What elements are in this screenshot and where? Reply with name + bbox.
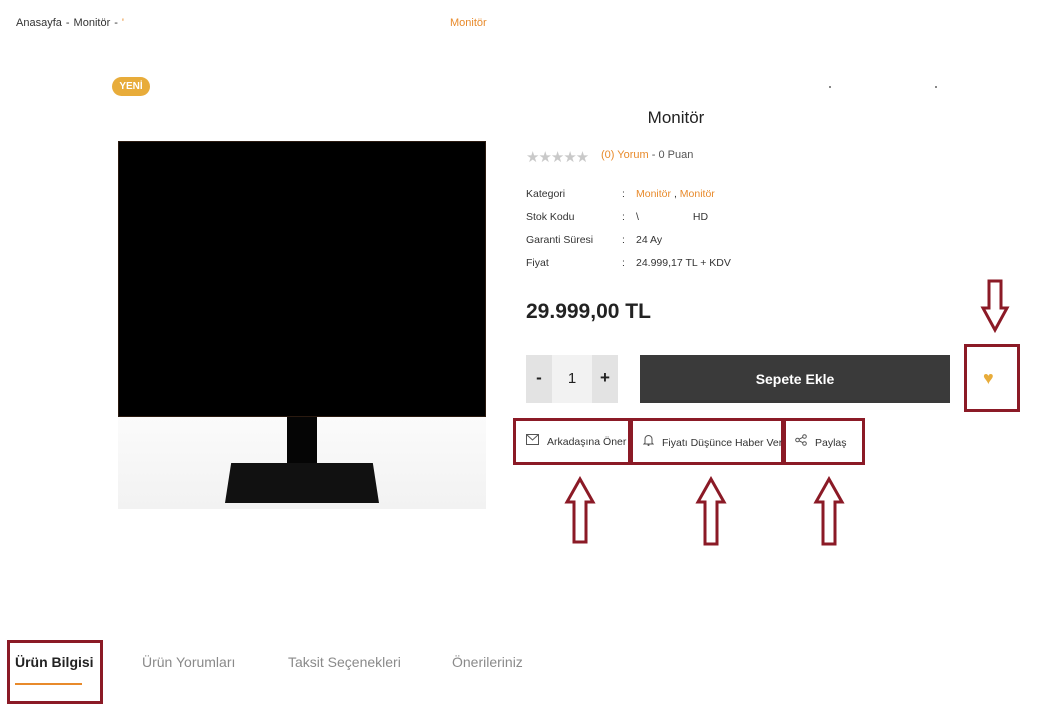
arrow-up-annotation — [564, 476, 596, 544]
quantity-increase-button[interactable]: + — [592, 355, 618, 403]
tab-suggestions[interactable]: Önerileriniz — [452, 654, 523, 670]
envelope-icon — [526, 434, 539, 448]
add-to-cart-button[interactable]: Sepete Ekle — [640, 355, 950, 403]
breadcrumb-current-title: Monitör — [450, 17, 487, 29]
new-badge: YENİ — [112, 77, 150, 96]
arrow-up-annotation — [695, 476, 727, 546]
monitor-screen — [118, 141, 486, 417]
arrow-down-annotation — [980, 279, 1010, 334]
breadcrumb-category[interactable]: Monitör — [74, 17, 111, 29]
rating-stars: ★★★★★ — [526, 149, 589, 166]
decor-dot — [935, 86, 937, 88]
heart-icon[interactable]: ♥ — [983, 368, 994, 389]
detail-row-warranty: Garanti Süresi:24 Ay — [526, 234, 663, 246]
product-price: 29.999,00 TL — [526, 300, 651, 323]
recommend-to-friend-link[interactable]: Arkadaşına Öner — [526, 434, 626, 448]
quantity-decrease-button[interactable]: - — [526, 355, 552, 403]
category-link[interactable]: Monitör — [680, 188, 715, 200]
tab-annotation-box — [7, 640, 103, 704]
detail-row-category: Kategori: Monitör , Monitör — [526, 188, 715, 200]
review-count-link[interactable]: (0) Yorum — [601, 149, 649, 161]
product-title: Monitör — [647, 108, 705, 127]
bell-icon — [642, 434, 655, 449]
detail-row-stock: Stok Kodu: \ HD — [526, 211, 709, 223]
breadcrumb: Anasayfa - Monitör - ' — [16, 17, 125, 29]
points-text: - 0 Puan — [651, 149, 694, 161]
quantity-input[interactable]: 1 — [552, 355, 592, 403]
tab-product-info[interactable]: Ürün Bilgisi — [15, 654, 94, 670]
category-link[interactable]: Monitör — [636, 188, 671, 200]
arrow-up-annotation — [813, 476, 845, 546]
share-link[interactable]: Paylaş — [795, 434, 847, 449]
tab-installments[interactable]: Taksit Seçenekleri — [288, 654, 401, 670]
tab-product-reviews[interactable]: Ürün Yorumları — [142, 654, 235, 670]
price-alert-link[interactable]: Fiyatı Düşünce Haber Ver — [642, 434, 782, 449]
share-icon — [795, 434, 807, 449]
decor-dot — [829, 86, 831, 88]
monitor-neck — [287, 417, 317, 465]
monitor-base — [225, 463, 379, 503]
breadcrumb-current: ' — [121, 17, 125, 29]
review-summary: (0) Yorum - 0 Puan — [601, 149, 693, 161]
detail-row-price: Fiyat:24.999,17 TL + KDV — [526, 257, 731, 269]
breadcrumb-home[interactable]: Anasayfa — [16, 17, 62, 29]
active-tab-underline — [15, 683, 82, 685]
